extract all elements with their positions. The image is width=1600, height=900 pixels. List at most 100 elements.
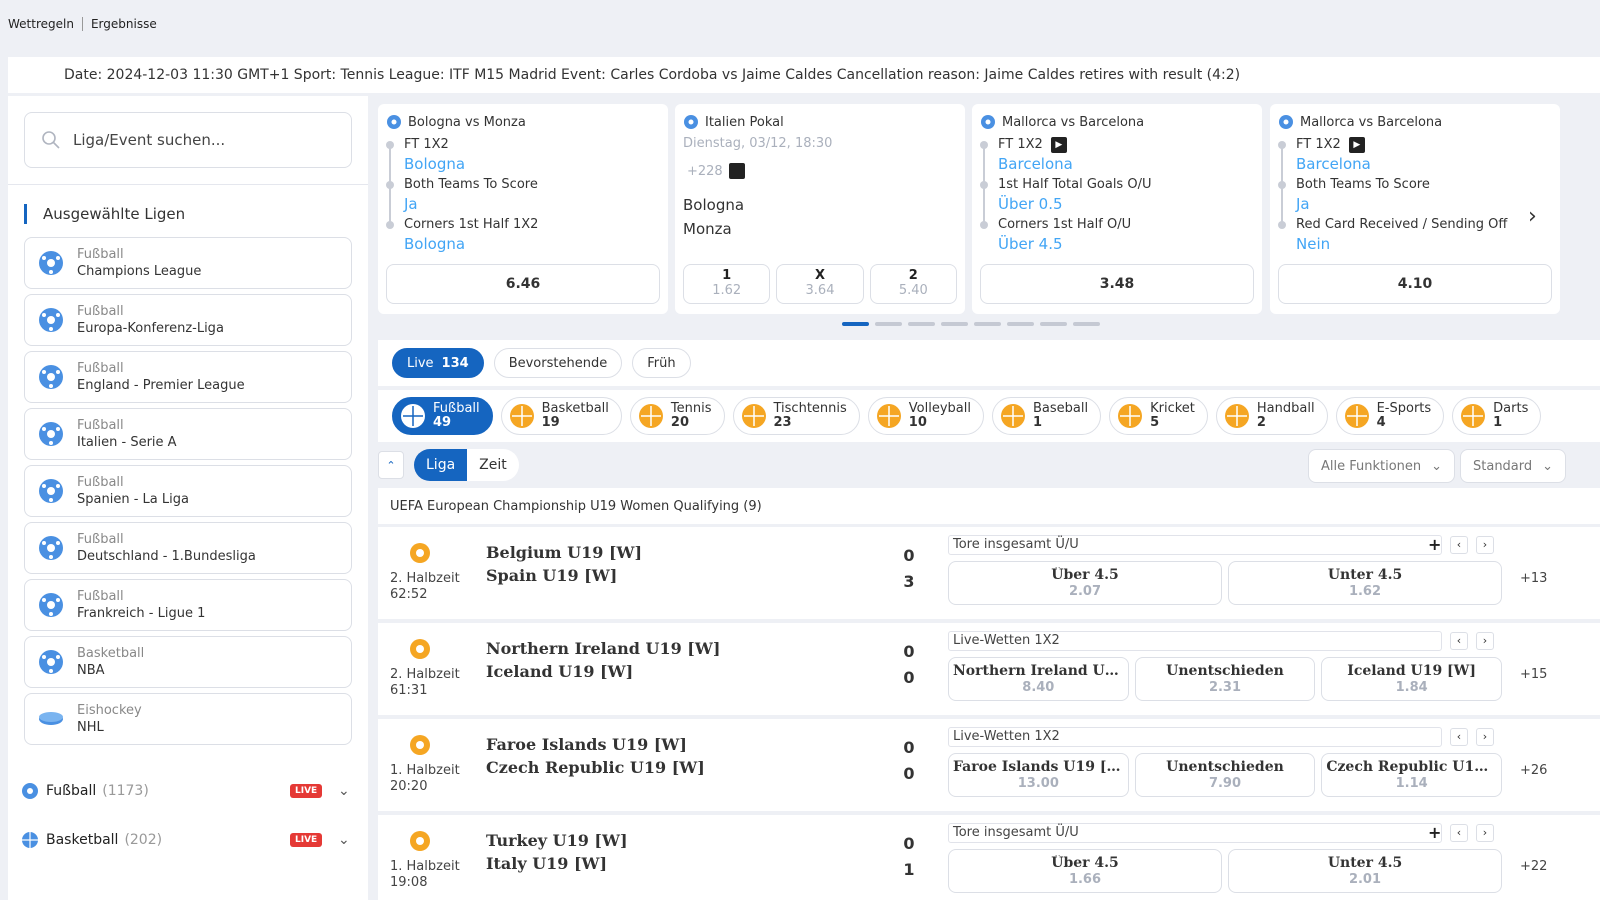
odds-button[interactable]: Über 4.5 1.66 — [948, 849, 1222, 893]
outcome-label: Unentschieden — [1166, 759, 1284, 775]
odds-button[interactable]: Northern Ireland U19 ... 8.40 — [948, 657, 1129, 701]
more-markets-link[interactable]: +13 — [1520, 571, 1547, 586]
market-name[interactable]: Live-Wetten 1X2 — [948, 631, 1442, 651]
page-dot[interactable] — [842, 322, 869, 326]
sport-pill[interactable]: Baseball 1 — [991, 397, 1102, 435]
match-row[interactable]: 2. Halbzeit 61:31 Northern Ireland U19 [W… — [378, 623, 1600, 715]
leg: Corners 1st Half 1X2 Bologna — [386, 216, 660, 254]
match-card[interactable]: Italien Pokal Dienstag, 03/12, 18:30 +22… — [675, 104, 965, 314]
odds-button[interactable]: Unter 4.5 2.01 — [1228, 849, 1502, 893]
results-link[interactable]: Ergebnisse — [91, 17, 157, 31]
sidebar-league-item[interactable]: Fußball Champions League — [24, 237, 352, 289]
market-name[interactable]: Live-Wetten 1X2 — [948, 727, 1442, 747]
chevron-down-icon: ⌄ — [1431, 458, 1443, 474]
market-name[interactable]: Tore insgesamt Ü/U — [948, 535, 1442, 555]
outcome-button[interactable]: 1 1.62 — [683, 264, 771, 304]
match-row[interactable]: 1. Halbzeit 19:08 Turkey U19 [W] Italy U19… — [378, 815, 1600, 900]
sort-dropdown[interactable]: Standard ⌄ — [1460, 449, 1567, 483]
odds-button[interactable]: Czech Republic U19 [W] 1.14 — [1321, 753, 1502, 797]
combo-odds-button[interactable]: 3.48 — [980, 264, 1254, 304]
sport-pill[interactable]: Basketball 19 — [500, 397, 622, 435]
odds-button[interactable]: Unter 4.5 1.62 — [1228, 561, 1502, 605]
chevron-right-icon[interactable]: › — [1476, 536, 1494, 554]
match-row[interactable]: 2. Halbzeit 62:52 Belgium U19 [W] Spain U1… — [378, 527, 1600, 619]
market-name[interactable]: Tore insgesamt Ü/U — [948, 823, 1442, 843]
sidebar-league-item[interactable]: Fußball Frankreich - Ligue 1 — [24, 579, 352, 631]
sport-pill[interactable]: Tischtennis 23 — [732, 397, 860, 435]
more-markets[interactable]: +228 — [683, 163, 957, 179]
chevron-left-icon[interactable]: ‹ — [1450, 536, 1468, 554]
sidebar-league-item[interactable]: Fußball England - Premier League — [24, 351, 352, 403]
more-markets-link[interactable]: +22 — [1520, 859, 1547, 874]
chevron-right-icon[interactable]: › — [1476, 632, 1494, 650]
away-score: 1 — [903, 860, 915, 879]
carousel-next-icon[interactable]: › — [1528, 204, 1537, 229]
chevron-left-icon[interactable]: ‹ — [1450, 824, 1468, 842]
search-input[interactable]: Liga/Event suchen... — [24, 112, 352, 168]
chevron-left-icon[interactable]: ‹ — [1450, 632, 1468, 650]
sport-pill-name: E-Sports — [1376, 401, 1432, 416]
league-sport: Eishockey — [77, 703, 142, 718]
filter-upcoming[interactable]: Bevorstehende — [493, 348, 623, 378]
sport-row-basketball[interactable]: Basketball (202) LIVE ⌄ — [20, 825, 360, 855]
sidebar-league-item[interactable]: Fußball Italien - Serie A — [24, 408, 352, 460]
chevron-left-icon[interactable]: ‹ — [1450, 728, 1468, 746]
sport-pill[interactable]: Darts 1 — [1452, 397, 1542, 435]
chevron-down-icon[interactable]: ⌄ — [338, 832, 350, 848]
sport-pill[interactable]: Kricket 5 — [1109, 397, 1208, 435]
odds-button[interactable]: Unentschieden 7.90 — [1134, 753, 1316, 797]
league-title[interactable]: UEFA European Championship U19 Women Qua… — [378, 488, 1600, 524]
sport-pill[interactable]: E-Sports 4 — [1335, 397, 1445, 435]
odds-button[interactable]: Über 4.5 2.07 — [948, 561, 1222, 605]
combo-card[interactable]: Mallorca vs Barcelona FT 1X2 ▶ Barcelona 1… — [972, 104, 1262, 314]
more-markets-link[interactable]: +15 — [1520, 667, 1547, 682]
outcome-odds: 1.84 — [1395, 680, 1428, 695]
sport-pill[interactable]: Volleyball 10 — [867, 397, 984, 435]
more-markets-link[interactable]: +26 — [1520, 763, 1547, 778]
combo-odds-button[interactable]: 4.10 — [1278, 264, 1552, 304]
odds-button[interactable]: Faroe Islands U19 [W] 13.00 — [948, 753, 1129, 797]
sidebar-league-item[interactable]: Eishockey NHL — [24, 693, 352, 745]
main-content: Bologna vs Monza FT 1X2 Bologna Both Team… — [378, 96, 1600, 900]
combo-card[interactable]: Mallorca vs Barcelona FT 1X2 ▶ Barcelona B… — [1270, 104, 1560, 314]
page-dot[interactable] — [875, 322, 902, 326]
filter-live[interactable]: Live 134 — [392, 348, 484, 378]
sport-pill[interactable]: Handball 2 — [1215, 397, 1328, 435]
tab-time[interactable]: Zeit — [467, 449, 519, 481]
tab-league[interactable]: Liga — [414, 449, 468, 481]
sidebar-league-item[interactable]: Fußball Spanien - La Liga — [24, 465, 352, 517]
cancellation-notice: Date: 2024-12-03 11:30 GMT+1 Sport: Tenn… — [8, 57, 1600, 93]
sidebar-league-item[interactable]: Basketball NBA — [24, 636, 352, 688]
page-dot[interactable] — [1040, 322, 1067, 326]
sport-name: Fußball — [46, 783, 97, 799]
filter-early[interactable]: Früh — [632, 348, 691, 378]
outcome-button[interactable]: 2 5.40 — [869, 264, 957, 304]
sidebar-league-item[interactable]: Fußball Deutschland - 1.Bundesliga — [24, 522, 352, 574]
outcome-button[interactable]: X 3.64 — [776, 264, 864, 304]
sport-pill[interactable]: Fußball 49 — [392, 397, 493, 435]
sport-row-football[interactable]: Fußball (1173) LIVE ⌄ — [20, 776, 360, 806]
page-dot[interactable] — [941, 322, 968, 326]
rules-link[interactable]: Wettregeln — [8, 17, 74, 31]
chevron-right-icon[interactable]: › — [1476, 824, 1494, 842]
combo-odds-button[interactable]: 6.46 — [386, 264, 660, 304]
league-name: NHL — [77, 720, 104, 735]
collapse-all-icon[interactable]: ⌃ — [378, 451, 404, 479]
odds-button[interactable]: Iceland U19 [W] 1.84 — [1321, 657, 1502, 701]
sport-pill[interactable]: Tennis 20 — [629, 397, 725, 435]
leg-dot — [386, 181, 394, 189]
match-row[interactable]: 1. Halbzeit 20:20 Faroe Islands U19 [W] Cz… — [378, 719, 1600, 811]
combo-card[interactable]: Bologna vs Monza FT 1X2 Bologna Both Team… — [378, 104, 668, 314]
odds-button[interactable]: Unentschieden 2.31 — [1134, 657, 1316, 701]
sidebar-league-item[interactable]: Fußball Europa-Konferenz-Liga — [24, 294, 352, 346]
add-market-icon[interactable]: + — [1428, 823, 1441, 842]
all-functions-dropdown[interactable]: Alle Funktionen ⌄ — [1308, 449, 1456, 483]
page-dot[interactable] — [1073, 322, 1100, 326]
page-dot[interactable] — [1007, 322, 1034, 326]
sport-pill-count: 23 — [773, 415, 792, 430]
add-market-icon[interactable]: + — [1428, 535, 1441, 554]
chevron-right-icon[interactable]: › — [1476, 728, 1494, 746]
chevron-down-icon[interactable]: ⌄ — [338, 783, 350, 799]
page-dot[interactable] — [974, 322, 1001, 326]
page-dot[interactable] — [908, 322, 935, 326]
